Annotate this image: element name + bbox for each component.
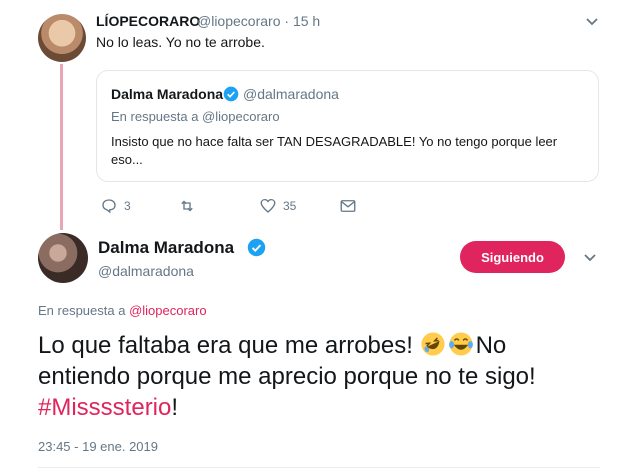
tears-of-joy-emoji-icon xyxy=(448,332,473,356)
chevron-down-icon[interactable] xyxy=(581,248,599,266)
quoted-reply-context: En respuesta a @liopecoraro xyxy=(111,109,280,124)
parent-author-handle-time[interactable]: @liopecoraro · 15 h xyxy=(197,13,320,29)
avatar[interactable] xyxy=(38,233,88,283)
tweet-text-part-1: Lo que faltaba era que me arrobes! xyxy=(38,332,420,359)
quoted-tweet[interactable]: Dalma Maradona @dalmaradona En respuesta… xyxy=(96,70,599,182)
parent-time[interactable]: 15 h xyxy=(293,13,320,29)
author-handle[interactable]: @dalmaradona xyxy=(98,263,194,279)
reply-count: 3 xyxy=(124,199,131,213)
following-button[interactable]: Siguiendo xyxy=(460,241,565,273)
chevron-down-icon[interactable] xyxy=(583,12,601,30)
parent-author-handle[interactable]: @liopecoraro xyxy=(197,13,280,29)
tweet-text-part-3: ! xyxy=(171,394,179,421)
reply-button[interactable]: 3 xyxy=(100,196,131,216)
like-button[interactable]: 35 xyxy=(259,196,296,216)
retweet-icon xyxy=(181,200,193,212)
thread-line xyxy=(60,64,63,230)
reply-mention-link[interactable]: @liopecoraro xyxy=(129,303,207,318)
divider xyxy=(38,467,600,468)
hashtag-link[interactable]: #Missssterio xyxy=(38,394,171,421)
heart-icon xyxy=(260,198,276,213)
parent-author-name[interactable]: LÍOPECORARO xyxy=(96,13,200,29)
quoted-author-name: Dalma Maradona xyxy=(111,86,224,102)
quoted-author-handle: @dalmaradona xyxy=(243,86,339,102)
parent-tweet-text: No lo leas. Yo no te arrobe. xyxy=(96,34,265,50)
author-name[interactable]: Dalma Maradona xyxy=(98,238,234,258)
tweet-text: Lo que faltaba era que me arrobes! No en… xyxy=(38,330,598,423)
reply-context-label: En respuesta a xyxy=(38,303,130,318)
verified-badge-icon xyxy=(223,86,239,102)
rolling-on-floor-laughing-emoji-icon xyxy=(421,332,445,356)
reply-context: En respuesta a @liopecoraro xyxy=(38,303,207,318)
reply-icon xyxy=(102,199,116,214)
quoted-tweet-text: Insisto que no hace falta ser TAN DESAGR… xyxy=(111,134,558,167)
like-count: 35 xyxy=(283,199,297,213)
message-button[interactable] xyxy=(339,196,357,216)
retweet-button[interactable] xyxy=(178,196,202,216)
separator-dot: · xyxy=(284,13,293,29)
tweet-timestamp[interactable]: 23:45 - 19 ene. 2019 xyxy=(38,439,158,454)
envelope-icon xyxy=(340,200,356,212)
avatar[interactable] xyxy=(38,14,86,62)
verified-badge-icon xyxy=(247,238,266,257)
